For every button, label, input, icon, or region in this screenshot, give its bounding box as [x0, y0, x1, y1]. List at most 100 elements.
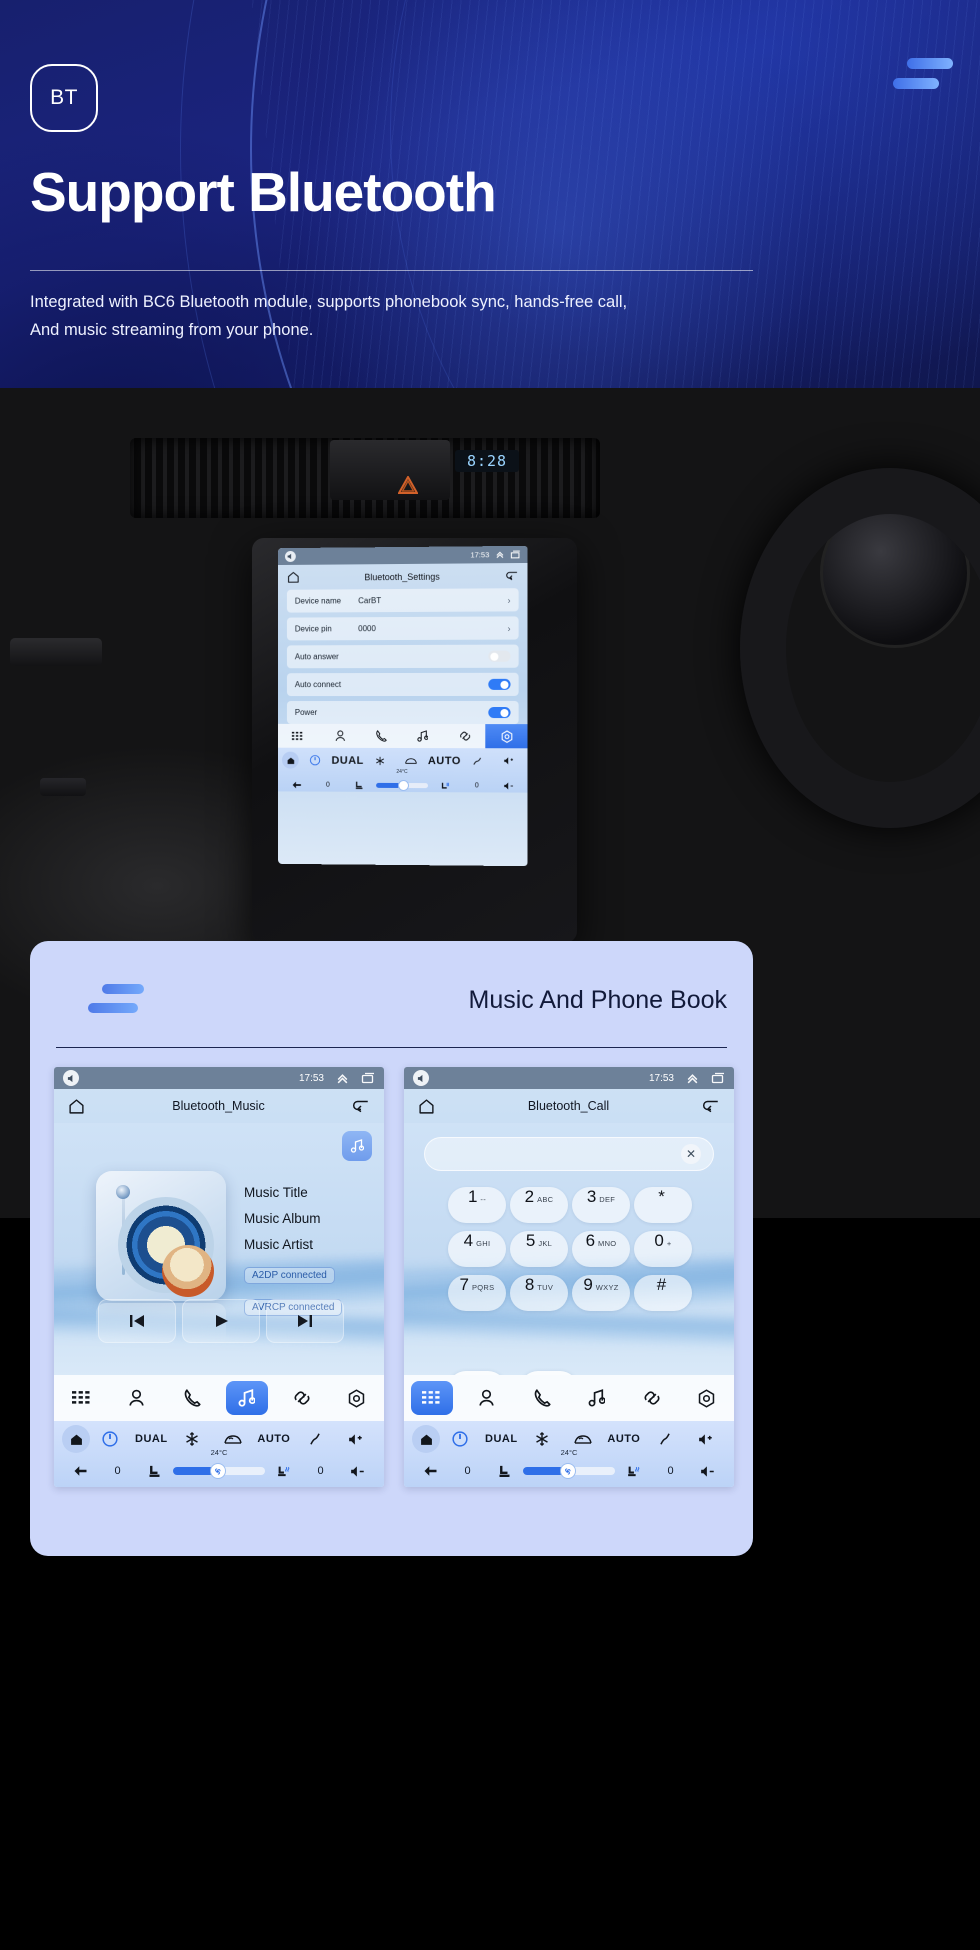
collapse-icon[interactable] — [336, 1072, 349, 1085]
nav-phone-icon[interactable] — [514, 1375, 569, 1421]
climate-right-temp[interactable]: 0 — [652, 1465, 689, 1477]
next-track-button[interactable] — [266, 1299, 344, 1343]
fan-slider[interactable] — [376, 779, 429, 792]
climate-auto-button[interactable]: AUTO — [603, 1433, 644, 1445]
redial-button[interactable]: Re — [520, 1371, 578, 1375]
dialpad-key[interactable]: 7 PQRS — [448, 1275, 506, 1311]
climate-home-button[interactable] — [282, 751, 299, 769]
dialpad-key[interactable]: 9 WXYZ — [572, 1275, 630, 1311]
home-icon[interactable] — [68, 1098, 85, 1115]
climate-power-button[interactable] — [440, 1431, 481, 1447]
seat-heat-icon[interactable] — [265, 1464, 302, 1479]
bluetooth-music-screen[interactable]: 17:53 Bluetooth_Music Music Title Music … — [54, 1067, 384, 1487]
nav-phone-icon[interactable] — [164, 1375, 219, 1421]
fan-slider-knob[interactable] — [209, 1463, 226, 1479]
dialpad-key[interactable]: 4 GHI — [448, 1231, 506, 1267]
seat-icon[interactable] — [136, 1464, 173, 1479]
bluetooth-call-screen[interactable]: 17:53 Bluetooth_Call ✕ 1 -- 2 ABC 3 DEF … — [404, 1067, 734, 1487]
climate-defrost-icon[interactable] — [644, 1432, 685, 1446]
dialpad-key[interactable]: 6 MNO — [572, 1231, 630, 1267]
climate-dual-button[interactable]: DUAL — [331, 754, 363, 766]
climate-left-temp[interactable]: 0 — [313, 782, 342, 789]
seat-icon[interactable] — [486, 1464, 523, 1479]
climate-ac-icon[interactable] — [172, 1432, 213, 1446]
dialpad-key[interactable]: 1 -- — [448, 1187, 506, 1223]
play-button[interactable] — [182, 1299, 260, 1343]
settings-row-power[interactable]: Power — [286, 700, 519, 725]
nav-music-icon[interactable] — [402, 724, 444, 748]
climate-recirculate-icon[interactable] — [563, 1434, 604, 1445]
climate-back-icon[interactable] — [62, 1465, 99, 1477]
nav-link-icon[interactable] — [444, 724, 486, 748]
volume-down-icon[interactable] — [689, 1465, 726, 1478]
fan-slider-track[interactable] — [523, 1463, 615, 1479]
volume-down-icon[interactable] — [494, 781, 524, 790]
fan-slider[interactable] — [173, 1463, 265, 1479]
previous-track-button[interactable] — [98, 1299, 176, 1343]
nav-settings-icon[interactable] — [679, 1375, 734, 1421]
climate-recirculate-icon[interactable] — [213, 1434, 254, 1445]
climate-defrost-icon[interactable] — [294, 1432, 335, 1446]
nav-contacts-icon[interactable] — [319, 724, 360, 748]
seat-heat-icon[interactable] — [615, 1464, 652, 1479]
nav-contacts-icon[interactable] — [459, 1375, 514, 1421]
dialpad-key[interactable]: 3 DEF — [572, 1187, 630, 1223]
phone-number-input[interactable]: ✕ — [424, 1137, 714, 1171]
fan-slider-track[interactable] — [376, 779, 429, 792]
power-toggle[interactable] — [488, 707, 511, 719]
clear-icon[interactable]: ✕ — [681, 1144, 701, 1164]
nav-music-icon[interactable] — [569, 1375, 624, 1421]
nav-link-icon[interactable] — [274, 1375, 329, 1421]
fan-slider-knob[interactable] — [559, 1463, 576, 1479]
seat-heat-icon[interactable] — [430, 781, 460, 791]
volume-down-icon[interactable] — [339, 1465, 376, 1478]
call-button[interactable] — [448, 1371, 506, 1375]
climate-left-temp[interactable]: 0 — [449, 1465, 486, 1477]
climate-ac-icon[interactable] — [366, 755, 395, 766]
collapse-icon[interactable] — [495, 550, 504, 559]
volume-up-icon[interactable] — [685, 1433, 726, 1446]
volume-up-icon[interactable] — [335, 1433, 376, 1446]
volume-icon[interactable] — [63, 1070, 79, 1086]
climate-power-button[interactable] — [90, 1431, 131, 1447]
dialpad-key[interactable]: 8 TUV — [510, 1275, 568, 1311]
collapse-icon[interactable] — [686, 1072, 699, 1085]
auto-connect-toggle[interactable] — [488, 678, 511, 690]
nav-apps-icon[interactable] — [54, 1375, 109, 1421]
settings-row-device-pin[interactable]: Device pin 0000 › — [286, 616, 519, 641]
fan-slider-knob[interactable] — [397, 779, 409, 792]
climate-auto-button[interactable]: AUTO — [253, 1433, 294, 1445]
nav-link-icon[interactable] — [624, 1375, 679, 1421]
back-icon[interactable] — [505, 570, 518, 581]
nav-music-icon[interactable] — [219, 1375, 274, 1421]
settings-row-auto-connect[interactable]: Auto connect — [286, 672, 519, 697]
dialpad-key[interactable]: * — [634, 1187, 692, 1223]
back-icon[interactable] — [702, 1099, 720, 1113]
climate-right-temp[interactable]: 0 — [302, 1465, 339, 1477]
climate-left-temp[interactable]: 0 — [99, 1465, 136, 1477]
music-source-button[interactable] — [342, 1131, 372, 1161]
climate-back-icon[interactable] — [282, 780, 311, 789]
climate-dual-button[interactable]: DUAL — [131, 1433, 172, 1445]
dialpad-key[interactable]: 0 + — [634, 1231, 692, 1267]
volume-icon[interactable] — [413, 1070, 429, 1086]
climate-defrost-icon[interactable] — [463, 756, 492, 766]
nav-phone-icon[interactable] — [361, 724, 403, 748]
nav-settings-icon[interactable] — [485, 724, 528, 749]
settings-row-auto-answer[interactable]: Auto answer — [286, 644, 519, 669]
settings-row-device-name[interactable]: Device name CarBT › — [286, 588, 519, 613]
recents-icon[interactable] — [711, 1072, 725, 1084]
nav-apps-icon[interactable] — [404, 1375, 459, 1421]
dialpad-key[interactable]: # — [634, 1275, 692, 1311]
home-icon[interactable] — [287, 571, 300, 584]
seat-icon[interactable] — [345, 780, 374, 790]
dialpad-key[interactable]: 2 ABC — [510, 1187, 568, 1223]
nav-contacts-icon[interactable] — [109, 1375, 164, 1421]
climate-dual-button[interactable]: DUAL — [481, 1433, 522, 1445]
climate-recirculate-icon[interactable] — [397, 756, 426, 764]
recents-icon[interactable] — [511, 550, 521, 559]
climate-back-icon[interactable] — [412, 1465, 449, 1477]
volume-icon[interactable] — [284, 550, 296, 562]
volume-up-icon[interactable] — [494, 756, 523, 765]
nav-settings-icon[interactable] — [329, 1375, 384, 1421]
